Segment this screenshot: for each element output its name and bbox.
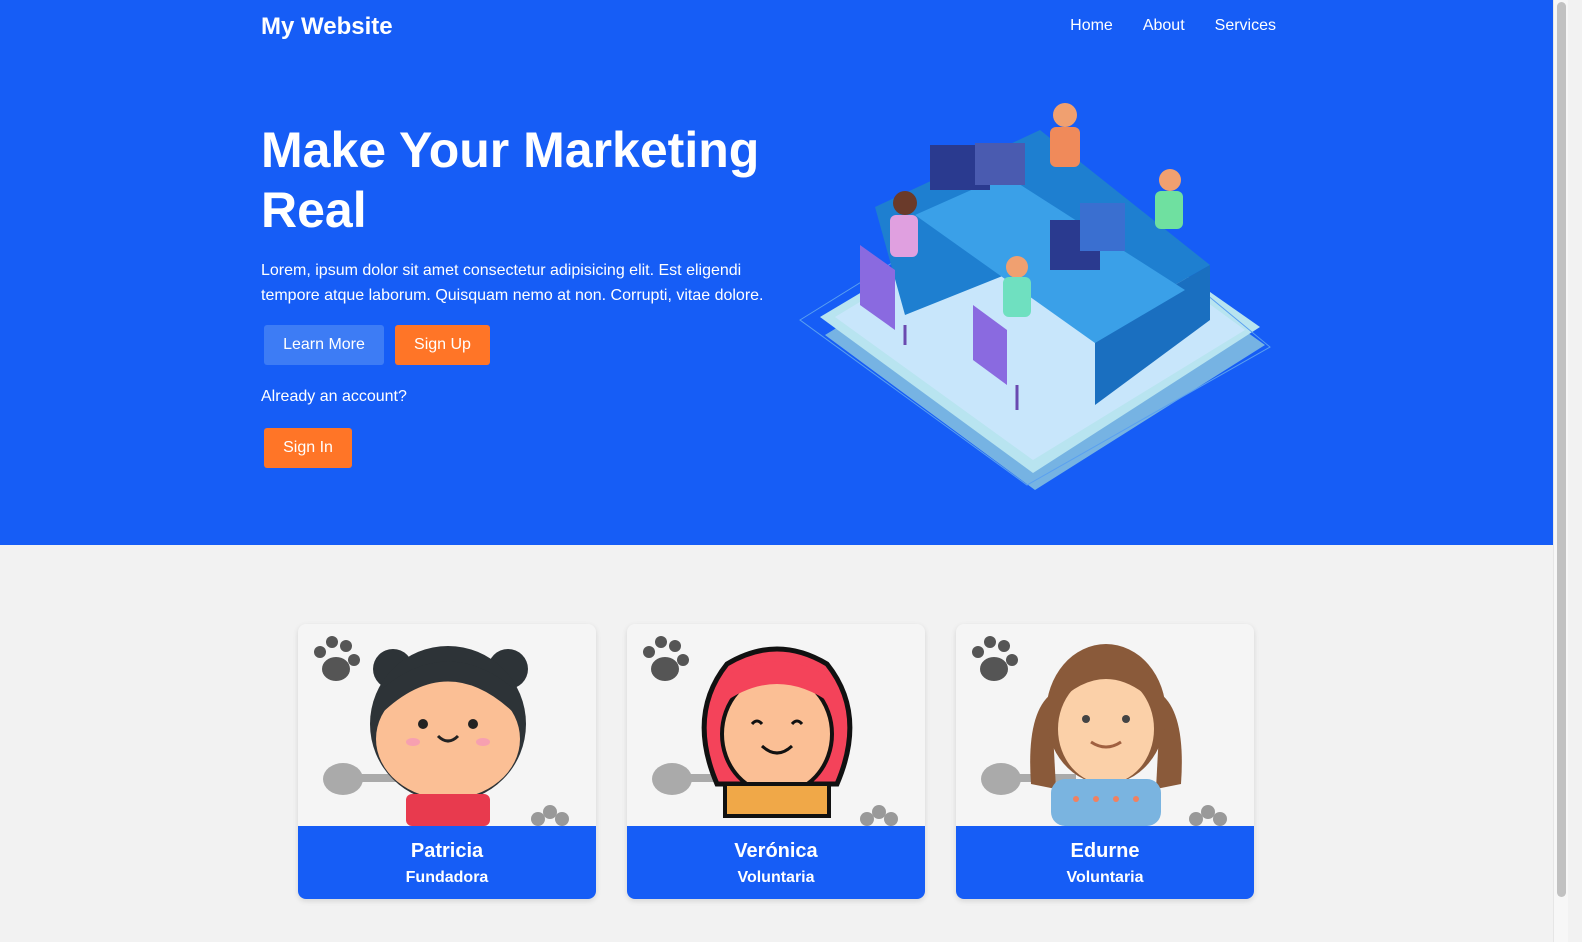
learn-more-button[interactable]: Learn More <box>264 325 384 365</box>
member-role: Voluntaria <box>1066 869 1144 886</box>
team-card-edurne[interactable]: Edurne Voluntaria <box>956 624 1254 899</box>
paw-print-icon <box>643 636 689 681</box>
scrollbar-thumb[interactable] <box>1557 2 1566 897</box>
nav-link-about[interactable]: About <box>1143 17 1185 35</box>
paw-print-icon <box>972 636 1018 681</box>
card-footer: Patricia Fundadora <box>298 826 596 899</box>
office-illustration <box>799 103 1271 490</box>
nav-link-home[interactable]: Home <box>1070 17 1113 35</box>
member-role: Fundadora <box>405 869 489 886</box>
card-footer: Edurne Voluntaria <box>956 826 1254 899</box>
site-brand[interactable]: My Website <box>261 13 393 41</box>
card-footer: Verónica Voluntaria <box>627 826 925 899</box>
hero-title: Make Your Marketing Real <box>261 122 760 238</box>
member-role: Voluntaria <box>737 869 815 886</box>
veronica-avatar <box>643 636 898 826</box>
hero-section: My Website Home About Services Make Your… <box>0 0 1553 545</box>
member-name: Verónica <box>734 840 818 862</box>
team-card-veronica[interactable]: Verónica Voluntaria <box>627 624 925 899</box>
member-name: Patricia <box>410 840 484 862</box>
sign-in-button[interactable]: Sign In <box>264 428 352 468</box>
main-nav: Home About Services <box>1070 17 1276 35</box>
nav-link-services[interactable]: Services <box>1215 17 1276 35</box>
patricia-avatar <box>314 636 569 826</box>
edurne-avatar <box>972 636 1227 826</box>
paw-print-icon <box>314 636 360 681</box>
team-card-patricia[interactable]: Patricia Fundadora <box>298 624 596 899</box>
vertical-scrollbar[interactable] <box>1553 0 1568 942</box>
already-account-text: Already an account? <box>261 388 407 405</box>
member-name: Edurne <box>1070 840 1140 862</box>
hero-description: Lorem, ipsum dolor sit amet consectetur … <box>261 262 764 304</box>
sign-up-button[interactable]: Sign Up <box>395 325 490 365</box>
